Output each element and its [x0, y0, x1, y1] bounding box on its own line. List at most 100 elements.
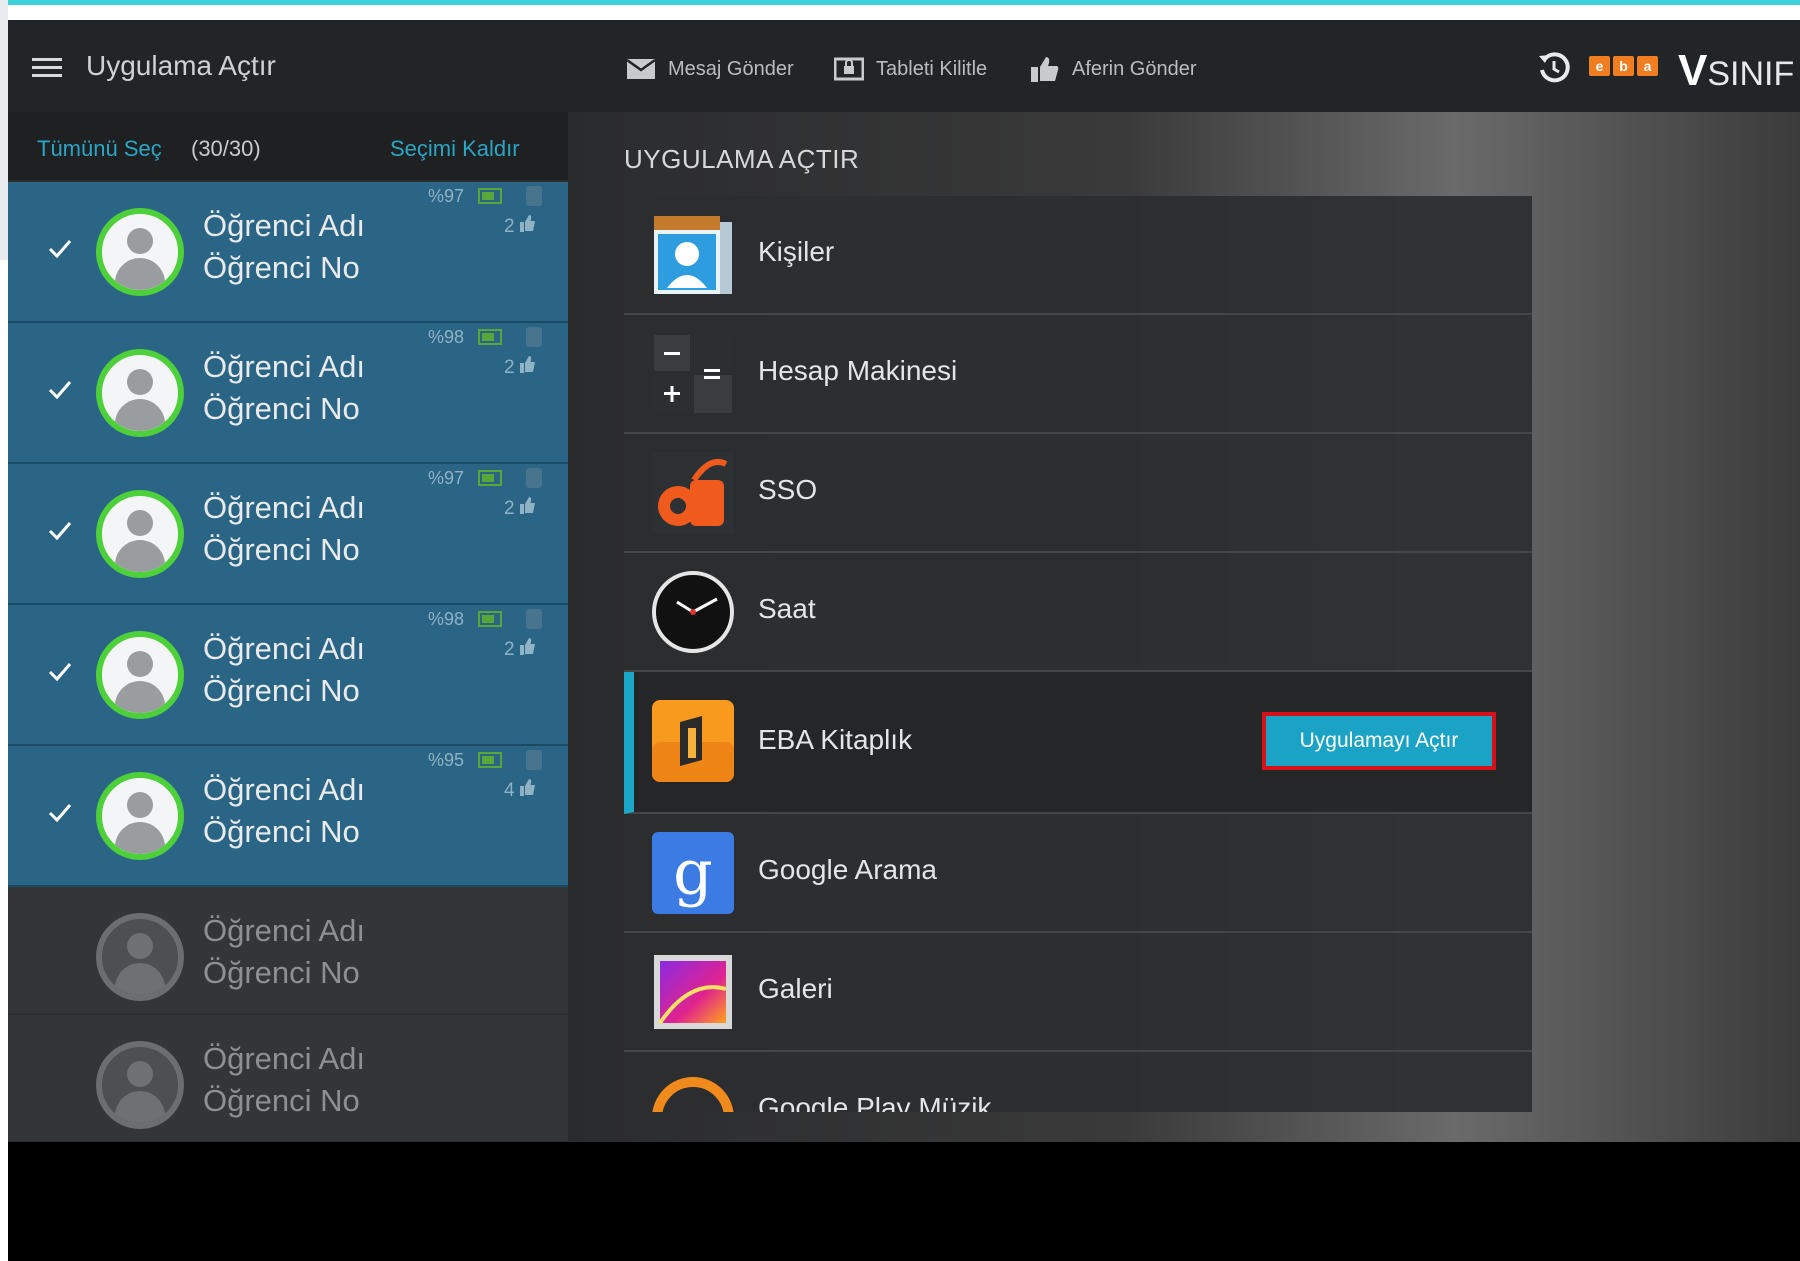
thumbs-up-icon — [520, 215, 535, 232]
thumbs-up-icon — [520, 638, 535, 655]
app-label: Saat — [758, 593, 816, 624]
avatar — [96, 349, 184, 437]
student-row[interactable]: Öğrenci Adı Öğrenci No %97 2 — [8, 182, 568, 323]
tablet-lock-icon — [834, 57, 864, 81]
calculator-icon — [650, 331, 736, 417]
vsinif-text: SINIF — [1707, 55, 1795, 93]
avatar — [96, 1041, 184, 1129]
avatar — [96, 913, 184, 1001]
select-all-button[interactable]: Tümünü Seç — [37, 136, 162, 162]
student-name: Öğrenci Adı — [203, 631, 365, 666]
battery-icon — [478, 188, 502, 204]
page-title: Uygulama Açtır — [86, 50, 276, 81]
check-icon — [48, 240, 72, 259]
battery-icon — [478, 329, 502, 345]
app-label: Google Arama — [758, 854, 937, 885]
student-row[interactable]: Öğrenci Adı Öğrenci No %98 2 — [8, 605, 568, 746]
check-icon — [48, 663, 72, 682]
student-panel: Tümünü Seç (30/30) Seçimi Kaldır Öğrenci… — [8, 112, 568, 1142]
send-message-button[interactable]: Mesaj Gönder — [626, 54, 794, 84]
app-list: Kişiler Hesap Makinesi SSO Saat EBA Kitaplık… — [624, 196, 1532, 1112]
thumbs-up-icon — [1031, 57, 1059, 82]
student-number: Öğrenci No — [203, 955, 360, 990]
eba-logo-block: e — [1589, 56, 1610, 76]
app-row[interactable]: SSO — [624, 434, 1532, 553]
vsinif-logo: VSINIF — [1678, 46, 1794, 96]
lock-icon — [526, 327, 542, 347]
student-row[interactable]: Öğrenci Adı Öğrenci No %97 2 — [8, 464, 568, 605]
student-list: Öğrenci Adı Öğrenci No %97 2 Öğrenci Adı Öğre… — [8, 182, 568, 1142]
student-name: Öğrenci Adı — [203, 490, 365, 525]
lock-tablet-button[interactable]: Tableti Kilitle — [834, 54, 987, 84]
praise-count: 2 — [504, 498, 515, 519]
lock-icon — [526, 186, 542, 206]
section-title: UYGULAMA AÇTIR — [624, 144, 860, 174]
lock-icon — [526, 468, 542, 488]
clear-selection-button[interactable]: Seçimi Kaldır — [390, 136, 520, 162]
lock-icon — [526, 609, 542, 629]
app-row[interactable]: Saat — [624, 553, 1532, 672]
envelope-icon — [626, 58, 656, 79]
app-launch-area: UYGULAMA AÇTIR Kişiler Hesap Makinesi SSO S… — [568, 112, 1800, 1142]
history-icon[interactable] — [1536, 50, 1572, 86]
battery-level: %97 — [428, 468, 465, 488]
letterbox-bar — [8, 1142, 1800, 1261]
send-praise-label: Aferin Gönder — [1072, 57, 1197, 80]
eba-logo-block: a — [1637, 56, 1658, 76]
student-row[interactable]: Öğrenci Adı Öğrenci No — [8, 1015, 568, 1142]
gallery-icon — [650, 949, 736, 1035]
send-praise-button[interactable]: Aferin Gönder — [1030, 54, 1197, 84]
avatar — [96, 490, 184, 578]
student-row[interactable]: Öğrenci Adı Öğrenci No %98 2 — [8, 323, 568, 464]
thumbs-up-icon — [520, 356, 535, 373]
student-name: Öğrenci Adı — [203, 208, 365, 243]
vsinif-v: V — [1678, 46, 1708, 95]
app-label: Kişiler — [758, 236, 835, 267]
eba-logo-block: b — [1613, 56, 1634, 76]
clock-icon — [650, 569, 736, 655]
student-number: Öğrenci No — [203, 532, 360, 567]
check-icon — [48, 804, 72, 823]
app-row[interactable]: EBA Kitaplık Uygulamayı Açtır — [624, 672, 1532, 814]
app-label: SSO — [758, 474, 818, 505]
eba-logo: eba — [1589, 56, 1658, 76]
top-bar: Uygulama Açtır Mesaj Gönder Tableti Kili… — [8, 20, 1800, 112]
praise-count: 2 — [504, 639, 515, 660]
student-number: Öğrenci No — [203, 1083, 360, 1118]
app-row[interactable]: Hesap Makinesi — [624, 315, 1532, 434]
student-number: Öğrenci No — [203, 814, 360, 849]
play-music-icon — [650, 1068, 736, 1112]
avatar — [96, 772, 184, 860]
student-number: Öğrenci No — [203, 250, 360, 285]
student-row[interactable]: Öğrenci Adı Öğrenci No %95 4 — [8, 746, 568, 887]
app-row[interactable]: Google Play Müzik — [624, 1052, 1532, 1112]
app-label: EBA Kitaplık — [758, 724, 913, 755]
check-icon — [48, 381, 72, 400]
svg-text:g: g — [673, 836, 713, 909]
app-row[interactable]: Kişiler — [624, 196, 1532, 315]
battery-icon — [478, 752, 502, 768]
student-name: Öğrenci Adı — [203, 772, 365, 807]
screen: Uygulama Açtır Mesaj Gönder Tableti Kili… — [0, 0, 1800, 1261]
praise-count: 4 — [504, 780, 515, 801]
app-row[interactable]: Galeri — [624, 933, 1532, 1052]
student-number: Öğrenci No — [203, 673, 360, 708]
battery-level: %95 — [428, 750, 465, 770]
check-icon — [48, 522, 72, 541]
lock-icon — [526, 750, 542, 770]
selection-bar: Tümünü Seç (30/30) Seçimi Kaldır — [8, 112, 568, 180]
battery-level: %98 — [428, 327, 465, 347]
battery-level: %98 — [428, 609, 465, 629]
battery-icon — [478, 470, 502, 486]
student-row[interactable]: Öğrenci Adı Öğrenci No — [8, 887, 568, 1015]
avatar — [96, 208, 184, 296]
app-row[interactable]: g Google Arama — [624, 814, 1532, 933]
launch-app-button[interactable]: Uygulamayı Açtır — [1262, 712, 1496, 770]
avatar — [96, 631, 184, 719]
app-label: Hesap Makinesi — [758, 355, 958, 386]
top-accent-line — [0, 0, 1800, 5]
contacts-icon — [650, 212, 736, 298]
app-label: Galeri — [758, 973, 833, 1004]
hamburger-menu-icon[interactable] — [32, 58, 62, 78]
lock-tablet-label: Tableti Kilitle — [876, 57, 988, 80]
